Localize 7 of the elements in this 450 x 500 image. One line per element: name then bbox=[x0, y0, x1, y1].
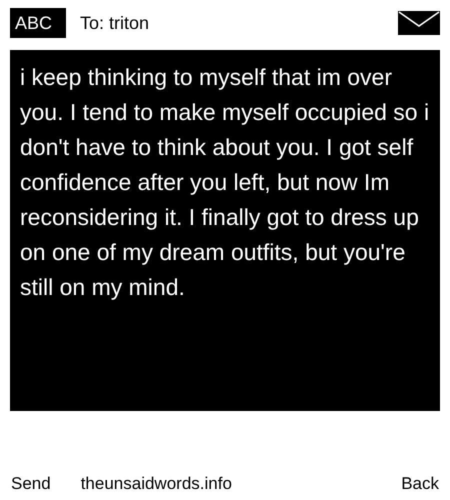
send-button[interactable]: Send bbox=[11, 471, 51, 497]
back-button[interactable]: Back bbox=[401, 471, 439, 497]
message-text: i keep thinking to myself that im over you. I tend to make myself occupied so i don't have to think about you. I got self confidence after you left, but now Im reconsidering it. I finally got to dress up on one of my dream outfits, but you're still on my mind. bbox=[20, 63, 430, 302]
envelope-icon bbox=[398, 11, 440, 35]
recipient-label: To: triton bbox=[80, 12, 150, 34]
input-mode-badge: ABC bbox=[10, 8, 66, 38]
site-link[interactable]: theunsaidwords.info bbox=[80, 471, 232, 497]
